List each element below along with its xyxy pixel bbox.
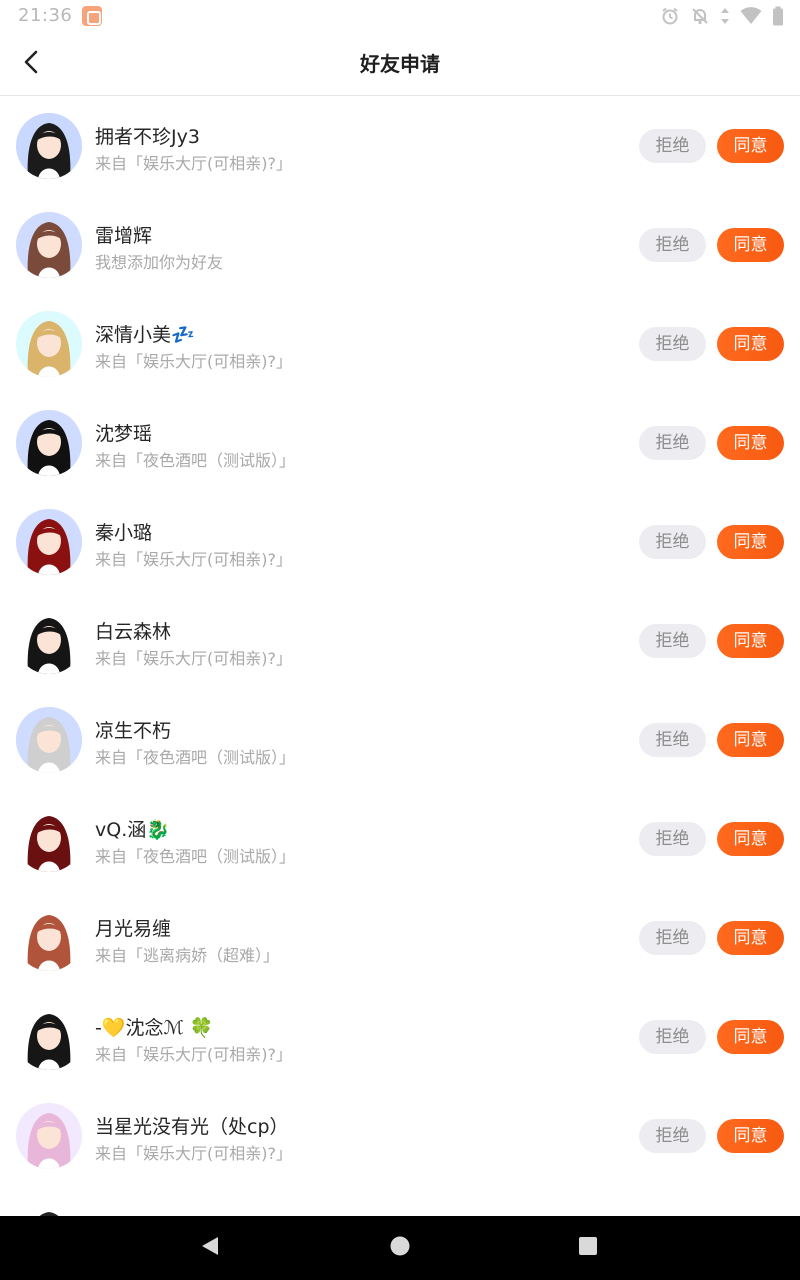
requester-name: 当星光没有光（处cp） <box>95 1116 289 1138</box>
friend-request-item[interactable]: 月光易缠来自「逃离病娇（超难）」 拒绝 同意 <box>0 888 800 987</box>
accept-button[interactable]: 同意 <box>717 426 784 460</box>
friend-request-item-partial[interactable] <box>0 1185 800 1216</box>
accept-button[interactable]: 同意 <box>717 1020 784 1054</box>
reject-button[interactable]: 拒绝 <box>639 1020 706 1054</box>
request-source: 来自「娱乐大厅(可相亲)?」 <box>95 154 292 173</box>
avatar[interactable] <box>16 905 82 971</box>
avatar[interactable] <box>16 806 82 872</box>
accept-button[interactable]: 同意 <box>717 822 784 856</box>
status-icons <box>660 5 784 27</box>
avatar[interactable] <box>16 212 82 278</box>
accept-button[interactable]: 同意 <box>717 129 784 163</box>
friend-request-item[interactable]: 秦小璐来自「娱乐大厅(可相亲)?」 拒绝 同意 <box>0 492 800 591</box>
reject-button[interactable]: 拒绝 <box>639 228 706 262</box>
reject-button[interactable]: 拒绝 <box>639 822 706 856</box>
friend-request-item[interactable]: 凉生不朽来自「夜色酒吧（测试版）」 拒绝 同意 <box>0 690 800 789</box>
reject-button[interactable]: 拒绝 <box>639 723 706 757</box>
avatar[interactable] <box>16 1202 82 1216</box>
request-source: 来自「逃离病娇（超难）」 <box>95 946 280 965</box>
reject-button[interactable]: 拒绝 <box>639 129 706 163</box>
nav-home-circle-icon <box>389 1235 411 1261</box>
system-navigation-bar <box>0 1216 800 1280</box>
accept-button[interactable]: 同意 <box>717 921 784 955</box>
request-source: 来自「夜色酒吧（测试版）」 <box>95 451 296 470</box>
status-bar: 21:36 <box>0 0 800 32</box>
request-source: 来自「娱乐大厅(可相亲)?」 <box>95 550 292 569</box>
battery-icon <box>772 6 784 26</box>
status-time: 21:36 <box>18 5 73 26</box>
requester-name: -💛沈念ℳ 🍀 <box>95 1017 214 1039</box>
nav-recents-button[interactable] <box>548 1216 628 1280</box>
reject-button[interactable]: 拒绝 <box>639 426 706 460</box>
friend-request-item[interactable]: 沈梦瑶来自「夜色酒吧（测试版）」 拒绝 同意 <box>0 393 800 492</box>
alarm-icon <box>660 6 680 26</box>
requester-name: 月光易缠 <box>95 918 172 940</box>
reject-button[interactable]: 拒绝 <box>639 327 706 361</box>
wifi-icon <box>740 7 762 25</box>
chevron-left-icon <box>21 49 43 79</box>
nav-recents-square-icon <box>577 1235 599 1261</box>
request-source: 来自「娱乐大厅(可相亲)?」 <box>95 649 292 668</box>
friend-request-item[interactable]: 雷增辉我想添加你为好友 拒绝 同意 <box>0 195 800 294</box>
reject-button[interactable]: 拒绝 <box>639 1119 706 1153</box>
accept-button[interactable]: 同意 <box>717 624 784 658</box>
nav-back-button[interactable] <box>170 1216 250 1280</box>
friend-request-item[interactable]: 当星光没有光（处cp） 来自「娱乐大厅(可相亲)?」 拒绝 同意 <box>0 1086 800 1185</box>
requester-name: 拥者不珍Jy3 <box>95 126 200 148</box>
avatar[interactable] <box>16 1103 82 1169</box>
friend-request-list[interactable]: 拥者不珍Jy3 来自「娱乐大厅(可相亲)?」 拒绝 同意 雷增辉 我想添加你为好友 拒绝 同意… <box>0 96 800 1216</box>
request-source: 来自「娱乐大厅(可相亲)?」 <box>95 352 292 371</box>
nav-back-triangle-icon <box>199 1235 221 1261</box>
app-notification-icon <box>82 6 102 26</box>
requester-name: vQ.涵🐉 <box>95 819 170 841</box>
friend-request-item[interactable]: vQ.涵🐉 来自「夜色酒吧（测试版）」 拒绝 同意 <box>0 789 800 888</box>
friend-request-item[interactable]: 深情小美💤 来自「娱乐大厅(可相亲)?」 拒绝 同意 <box>0 294 800 393</box>
request-source: 来自「夜色酒吧（测试版）」 <box>95 847 296 866</box>
requester-name: 凉生不朽 <box>95 720 172 742</box>
avatar[interactable] <box>16 509 82 575</box>
friend-request-item[interactable]: 白云森林来自「娱乐大厅(可相亲)?」 拒绝 同意 <box>0 591 800 690</box>
app-bar: 好友申请 <box>0 32 800 96</box>
requester-name: 沈梦瑶 <box>95 423 153 445</box>
reject-button[interactable]: 拒绝 <box>639 921 706 955</box>
avatar[interactable] <box>16 113 82 179</box>
friend-request-item[interactable]: 拥者不珍Jy3 来自「娱乐大厅(可相亲)?」 拒绝 同意 <box>0 96 800 195</box>
nav-home-button[interactable] <box>360 1216 440 1280</box>
request-source: 来自「娱乐大厅(可相亲)?」 <box>95 1045 292 1064</box>
friend-request-item[interactable]: -💛沈念ℳ 🍀 来自「娱乐大厅(可相亲)?」 拒绝 同意 <box>0 987 800 1086</box>
data-arrows-icon <box>720 6 730 26</box>
reject-button[interactable]: 拒绝 <box>639 624 706 658</box>
requester-name: 秦小璐 <box>95 522 153 544</box>
accept-button[interactable]: 同意 <box>717 723 784 757</box>
notifications-off-icon <box>690 6 710 26</box>
accept-button[interactable]: 同意 <box>717 1119 784 1153</box>
request-source: 来自「娱乐大厅(可相亲)?」 <box>95 1144 292 1163</box>
avatar[interactable] <box>16 1004 82 1070</box>
requester-name: 白云森林 <box>95 621 172 643</box>
request-source: 我想添加你为好友 <box>95 253 224 272</box>
avatar[interactable] <box>16 410 82 476</box>
accept-button[interactable]: 同意 <box>717 228 784 262</box>
accept-button[interactable]: 同意 <box>717 327 784 361</box>
request-source: 来自「夜色酒吧（测试版）」 <box>95 748 296 767</box>
accept-button[interactable]: 同意 <box>717 525 784 559</box>
reject-button[interactable]: 拒绝 <box>639 525 706 559</box>
avatar[interactable] <box>16 608 82 674</box>
requester-name: 雷增辉 <box>95 225 153 247</box>
page-title: 好友申请 <box>360 52 440 76</box>
avatar[interactable] <box>16 311 82 377</box>
avatar[interactable] <box>16 707 82 773</box>
requester-name: 深情小美💤 <box>95 324 195 346</box>
back-button[interactable] <box>10 40 54 88</box>
